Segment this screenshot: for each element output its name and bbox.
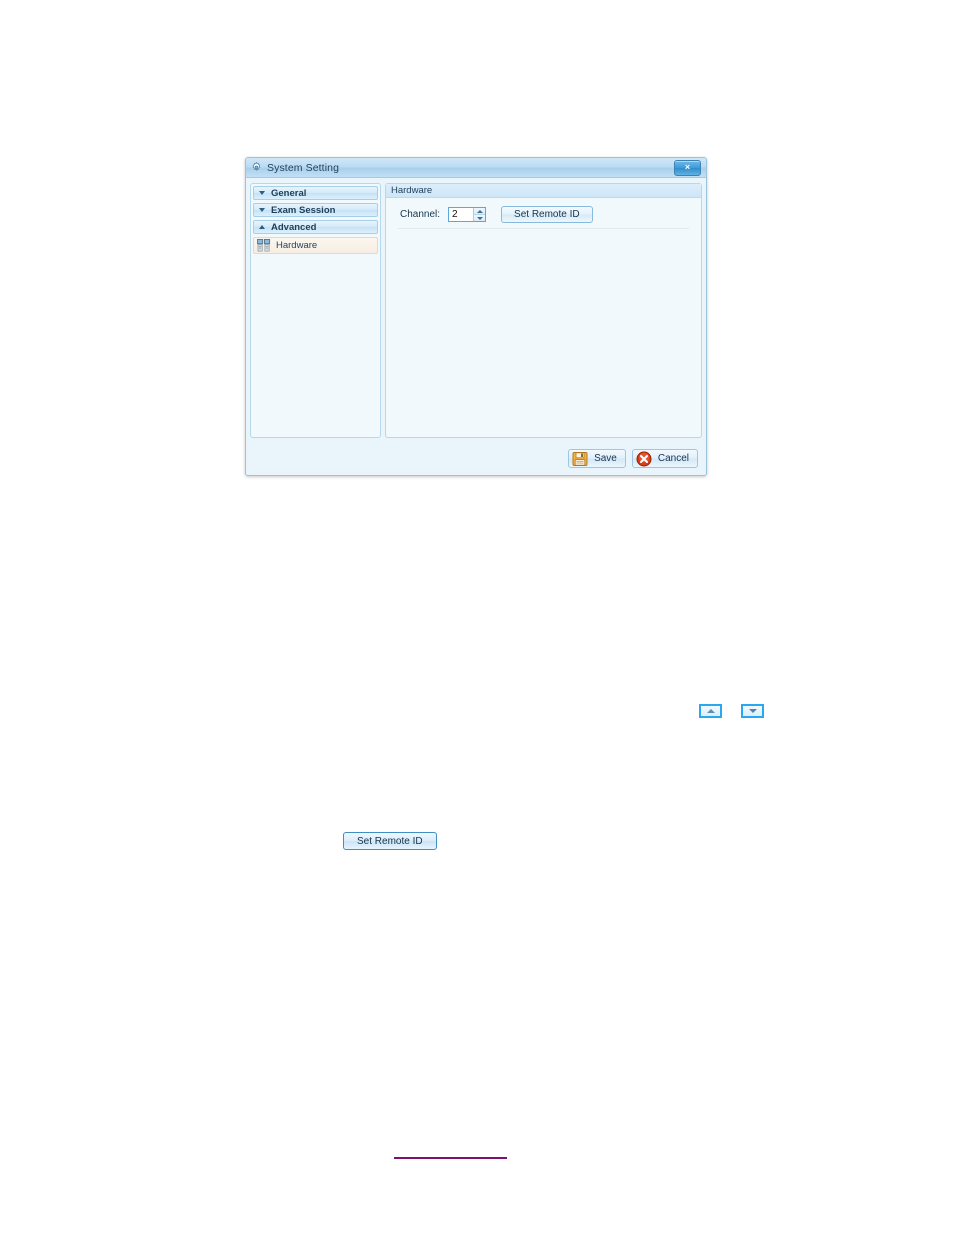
hardware-devices-icon	[257, 239, 271, 252]
footer-link-underline[interactable]	[394, 1157, 507, 1159]
spinner-up-arrow-icon[interactable]	[474, 208, 486, 215]
channel-row: Channel: Set Remote ID	[386, 198, 701, 223]
triangle-down	[748, 709, 757, 713]
group-header: Hardware	[386, 184, 701, 198]
spinner-down-arrow-icon[interactable]	[741, 704, 764, 718]
group-title: Hardware	[391, 185, 433, 196]
dialog-footer: Save Cancel	[246, 442, 706, 475]
red-x-circle-icon	[636, 451, 652, 467]
sidebar-section-label: General	[271, 187, 307, 199]
dialog-titlebar[interactable]: System Setting ×	[246, 158, 706, 178]
sidebar-item-hardware[interactable]: Hardware	[253, 237, 378, 254]
save-button[interactable]: Save	[568, 449, 626, 468]
sidebar-section-general[interactable]: General	[253, 186, 378, 200]
set-remote-id-button[interactable]: Set Remote ID	[501, 206, 593, 223]
channel-stepper[interactable]	[448, 207, 487, 222]
spinner-up-arrow-icon[interactable]	[699, 704, 722, 718]
chevron-up-icon	[259, 225, 265, 229]
sidebar-item-label: Hardware	[276, 240, 318, 251]
cancel-button[interactable]: Cancel	[631, 449, 698, 468]
set-remote-id-button-label: Set Remote ID	[357, 835, 423, 847]
chevron-down-icon	[259, 208, 265, 212]
sidebar-section-exam-session[interactable]: Exam Session	[253, 203, 378, 217]
chevron-down-icon	[259, 191, 265, 195]
cancel-button-label: Cancel	[657, 453, 689, 464]
channel-label: Channel:	[400, 209, 441, 220]
gear-icon	[251, 162, 262, 173]
channel-input[interactable]	[449, 208, 474, 221]
sidebar-section-label: Advanced	[271, 221, 317, 233]
set-remote-id-button-callout[interactable]: Set Remote ID	[343, 832, 437, 850]
sidebar-section-label: Exam Session	[271, 204, 336, 216]
system-setting-dialog: System Setting × General Exam Session Ad…	[245, 157, 707, 476]
dialog-body: General Exam Session Advanced Hardware H…	[246, 179, 706, 442]
spinner-down-arrow-icon[interactable]	[474, 215, 486, 221]
triangle-up	[706, 709, 715, 713]
channel-stepper-buttons[interactable]	[473, 208, 486, 221]
content-divider	[398, 228, 689, 229]
floppy-disk-icon	[572, 451, 588, 467]
save-button-label: Save	[594, 453, 617, 464]
sidebar-section-advanced[interactable]: Advanced	[253, 220, 378, 234]
close-icon[interactable]: ×	[674, 160, 701, 176]
settings-content-pane: Hardware Channel: Set Remote ID	[385, 183, 702, 438]
settings-sidebar: General Exam Session Advanced Hardware	[250, 183, 381, 438]
dialog-title: System Setting	[267, 161, 340, 174]
